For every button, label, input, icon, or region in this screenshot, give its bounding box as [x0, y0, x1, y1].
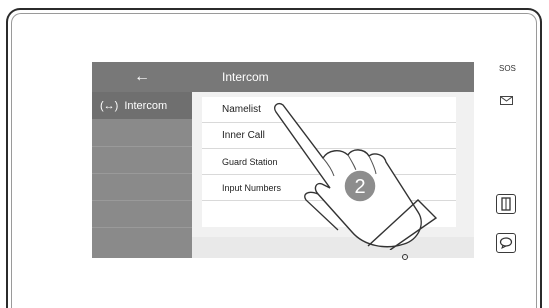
indicator-light [402, 254, 408, 260]
menu-item-namelist[interactable]: Namelist [202, 97, 456, 123]
menu-item-label: Guard Station [222, 156, 278, 167]
envelope-flap [501, 97, 512, 102]
back-button[interactable]: ← [92, 62, 192, 92]
sidebar-item-intercom[interactable]: (↔) Intercom [92, 92, 192, 119]
sidebar-item-label: Intercom [124, 99, 168, 112]
door-glyph [501, 197, 511, 211]
page-title: Intercom [222, 70, 269, 84]
envelope-icon[interactable] [500, 96, 513, 105]
chat-icon[interactable] [496, 233, 516, 253]
top-bar: ← Intercom [92, 62, 474, 92]
door-icon[interactable] [496, 194, 516, 214]
menu-list: Namelist Inner Call Guard Station Input … [202, 97, 456, 227]
chat-glyph [499, 237, 513, 249]
menu-item-input-numbers[interactable]: Input Numbers [202, 175, 456, 201]
menu-item-label: Input Numbers [222, 182, 282, 193]
menu-item-guard-station[interactable]: Guard Station [202, 149, 456, 175]
sidebar-divider [92, 173, 192, 174]
menu-item-inner-call[interactable]: Inner Call [202, 123, 456, 149]
sidebar-divider [92, 227, 192, 228]
sos-label: SOS [499, 64, 516, 73]
sidebar-divider [92, 200, 192, 201]
menu-item-label: Inner Call [222, 130, 265, 141]
sidebar-divider [92, 146, 192, 147]
menu-item-label: Namelist [222, 104, 261, 115]
sidebar: (↔) Intercom [92, 92, 192, 258]
display-screen: ← Intercom (↔) Intercom Namelist Inner C… [92, 62, 474, 258]
intercom-icon: (↔) [100, 99, 119, 112]
bottom-strip [192, 237, 474, 258]
